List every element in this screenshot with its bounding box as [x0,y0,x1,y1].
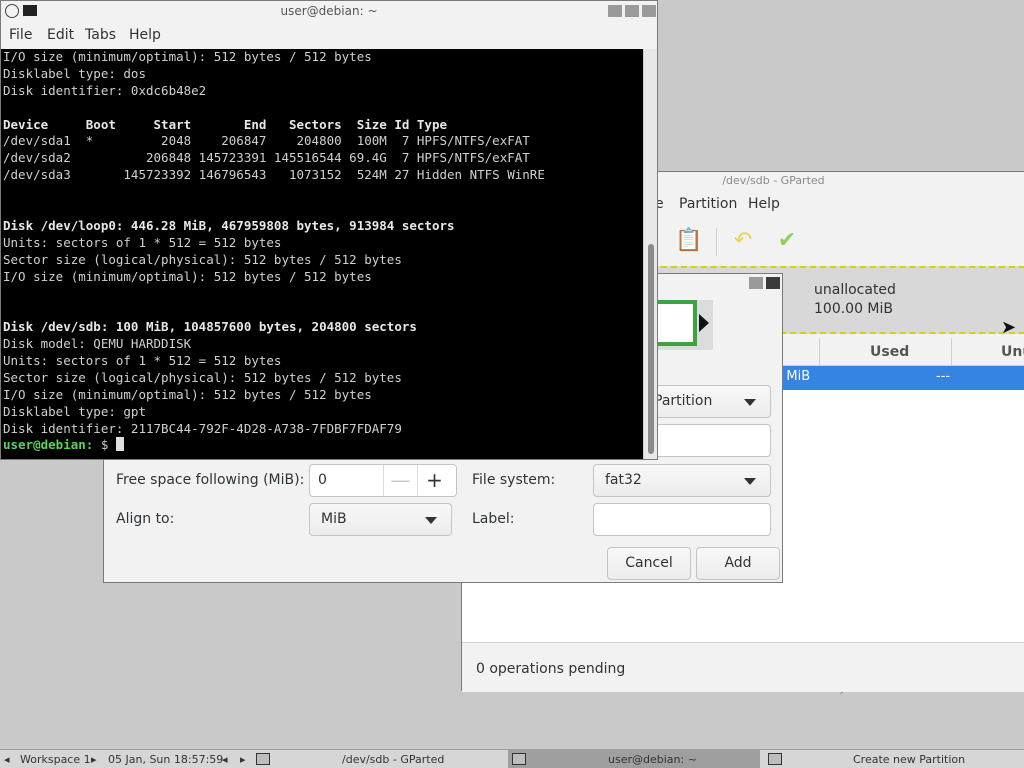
terminal-titlebar: user@debian: ~ [1,1,657,21]
terminal-prompt: user@debian: [3,437,94,453]
terminal-line: Disk identifier: 0xdc6b48e2 [3,82,207,98]
menu-item-help[interactable]: Help [748,196,780,212]
terminal-line: Device Boot Start End Sectors Size Id Ty… [3,116,448,132]
terminal-line: I/O size (minimum/optimal): 512 bytes / … [3,268,372,284]
terminal-menubar: File Edit Tabs Help [1,23,657,49]
menu-item-file[interactable]: File [9,27,32,43]
gparted-task-icon [256,753,270,765]
terminal-line: Sector size (logical/physical): 512 byte… [3,369,402,385]
terminal-line: /dev/sda2 206848 145723391 145516544 69.… [3,150,530,166]
column-used[interactable]: Used [870,344,909,360]
terminal-window: user@debian: ~ File Edit Tabs Help I/O s… [0,0,658,460]
decrement-button[interactable]: — [383,465,417,496]
free-space-following-spinner[interactable]: 0 — + [309,464,457,497]
terminal-line: Units: sectors of 1 * 512 = 512 bytes [3,353,282,369]
terminal-prompt-line: user@debian: $ [3,437,643,454]
align-to-combo[interactable]: MiB [309,503,452,536]
terminal-task-icon [512,753,526,765]
toolbar-separator [716,228,717,256]
label-label: Label: [472,511,515,527]
terminal-line: Disk identifier: 2117BC44-792F-4D28-A738… [3,420,402,436]
chevron-down-icon [744,478,756,485]
terminal-line: Disklabel type: gpt [3,403,146,419]
terminal-line: /dev/sda1 * 2048 206847 204800 100M 7 HP… [3,133,530,149]
task-terminal[interactable]: user@debian: ~ [608,753,697,766]
terminal-line: /dev/sda3 145723392 146796543 1073152 52… [3,167,545,183]
menu-item-help[interactable]: Help [129,27,161,43]
task-create-partition[interactable]: Create new Partition [853,753,965,766]
terminal-line: I/O size (minimum/optimal): 512 bytes / … [3,386,372,402]
terminal-output[interactable]: I/O size (minimum/optimal): 512 bytes / … [1,49,643,459]
terminal-line: Sector size (logical/physical): 512 byte… [3,251,402,267]
paste-icon[interactable]: 📋 [675,228,702,254]
status-bar: 0 operations pending [462,642,1024,692]
menu-item-partition[interactable]: Partition [679,196,737,212]
row-used: --- [936,369,951,384]
chevron-down-icon [744,399,756,406]
chevron-down-icon [425,517,437,524]
terminal-scrollbar[interactable] [643,49,657,459]
terminal-prompt-suffix: $ [93,437,116,453]
file-system-label: File system: [472,472,556,488]
cancel-button[interactable]: Cancel [607,547,691,580]
dialog-task-icon [768,753,782,765]
operations-pending: 0 operations pending [476,661,626,677]
create-as-combo[interactable]: Partition [642,385,771,418]
terminal-title: user@debian: ~ [280,4,378,18]
menu-item-edit[interactable]: Edit [47,27,74,43]
workspace-name[interactable]: Workspace 1 [20,753,91,766]
maximize-icon[interactable] [749,277,763,289]
close-icon[interactable] [766,277,780,289]
minimize-icon[interactable] [608,5,622,17]
label-field[interactable] [593,503,771,536]
partition-name-field[interactable] [642,424,771,457]
column-unused[interactable]: Unu [1001,344,1024,360]
workspace-prev-icon[interactable]: ◂ [4,753,10,766]
terminal-line: Disklabel type: dos [3,65,146,81]
add-button[interactable]: Add [696,547,780,580]
next-icon[interactable]: ▸ [240,753,246,766]
scrollbar-thumb[interactable] [648,244,654,454]
increment-button[interactable]: + [417,465,451,496]
terminal-line: Disk /dev/sdb: 100 MiB, 104857600 bytes,… [3,319,417,335]
unallocated-label: unallocated [814,282,896,298]
resize-arrow-icon[interactable] [699,314,709,332]
partition-size-graphic[interactable] [657,300,713,350]
menu-item-tabs[interactable]: Tabs [85,27,116,43]
terminal-line: Disk model: QEMU HARDDISK [3,336,192,352]
file-system-combo[interactable]: fat32 [593,464,771,497]
debian-logo-icon[interactable] [5,4,19,18]
clock[interactable]: 05 Jan, Sun 18:57:59 [108,753,223,766]
workspace-next-icon[interactable]: ▸ [91,753,97,766]
task-gparted[interactable]: /dev/sdb - GParted [342,753,444,766]
align-to-label: Align to: [116,511,175,527]
terminal-line: I/O size (minimum/optimal): 512 bytes / … [3,49,372,64]
text-cursor [115,437,124,452]
mouse-pointer-icon: ➤ [1001,317,1017,338]
free-space-following-label: Free space following (MiB): [116,472,305,488]
terminal-icon [23,5,37,16]
terminal-line: Units: sectors of 1 * 512 = 512 bytes [3,234,282,250]
maximize-icon[interactable] [625,5,639,17]
taskbar: ◂ Workspace 1 ▸ 05 Jan, Sun 18:57:59 ◂ ▸… [0,749,1024,768]
undo-icon[interactable]: ↶ [730,228,756,254]
unallocated-size: 100.00 MiB [814,301,894,317]
close-icon[interactable] [642,5,656,17]
terminal-line: Disk /dev/loop0: 446.28 MiB, 467959808 b… [3,217,455,233]
prev-icon[interactable]: ◂ [222,753,228,766]
apply-icon[interactable]: ✔ [774,228,800,254]
